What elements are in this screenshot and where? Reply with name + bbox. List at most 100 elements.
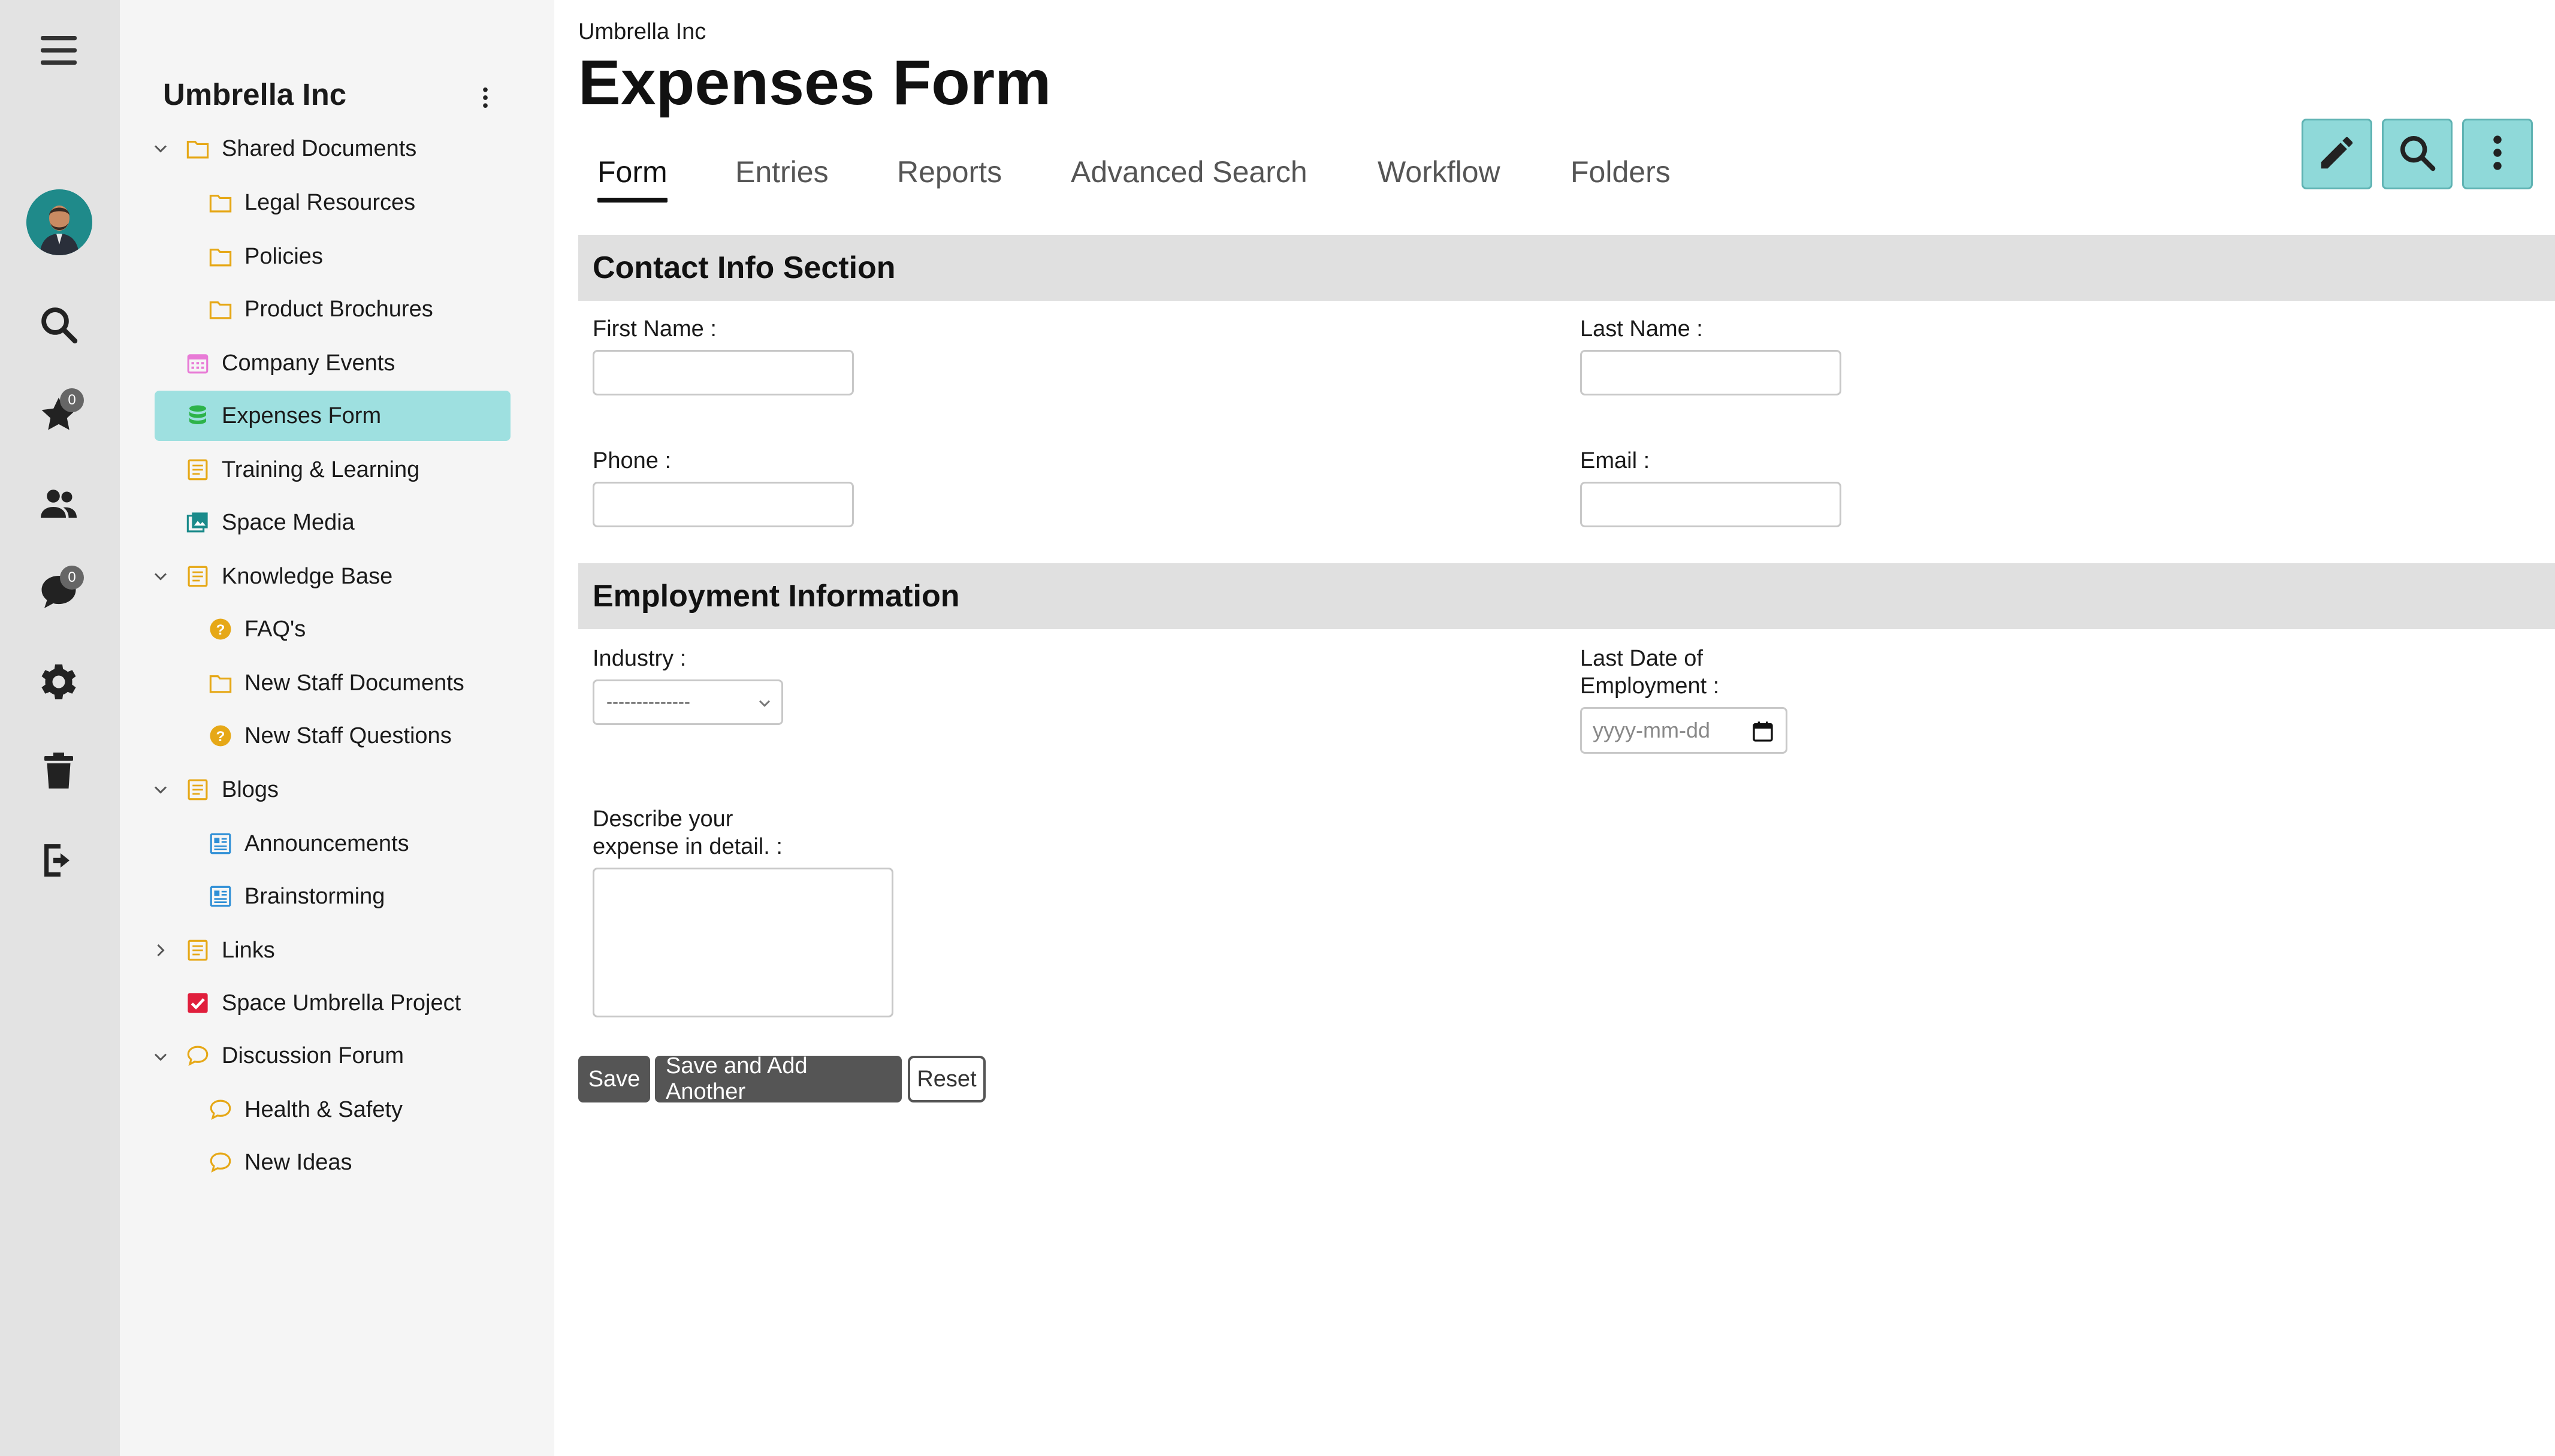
search-button[interactable] (2382, 119, 2453, 189)
tab-folders[interactable]: Folders (1571, 155, 1671, 189)
tab-reports[interactable]: Reports (897, 155, 1002, 189)
calendar-icon (185, 350, 211, 376)
chevron-down-icon[interactable] (150, 1046, 171, 1068)
svg-text:?: ? (216, 622, 225, 638)
sidebar-item-training-learning[interactable]: Training & Learning (185, 445, 419, 495)
trash-icon[interactable] (30, 742, 87, 799)
tab-form[interactable]: Form (597, 155, 668, 203)
sidebar-item-label: Health & Safety (244, 1096, 403, 1122)
space-navigation-sidebar: Umbrella Inc Shared Documents Legal Reso… (120, 0, 554, 1456)
sidebar-item-space-umbrella-project[interactable]: Space Umbrella Project (185, 978, 461, 1028)
sidebar-item-label: Policies (244, 243, 323, 269)
question-icon: ? (207, 616, 234, 642)
chevron-down-icon[interactable] (150, 779, 171, 801)
email-label: Email : (1580, 448, 1650, 473)
first-name-label: First Name : (593, 316, 717, 342)
chevron-right-icon[interactable] (150, 940, 171, 961)
database-icon (185, 403, 211, 429)
calendar-picker-icon[interactable] (1751, 720, 1775, 744)
users-icon[interactable] (30, 475, 87, 532)
sidebar-item-product-brochures[interactable]: Product Brochures (207, 284, 433, 334)
messages-count-badge: 0 (60, 566, 84, 590)
email-field[interactable] (1580, 482, 1841, 527)
save-and-add-another-button[interactable]: Save and Add Another (655, 1053, 902, 1104)
page-icon (185, 937, 211, 963)
edit-button[interactable] (2302, 119, 2372, 189)
messages-icon[interactable]: 0 (30, 563, 87, 621)
sidebar-item-new-staff-questions[interactable]: ? New Staff Questions (207, 711, 452, 761)
sidebar-item-label: Discussion Forum (222, 1043, 404, 1068)
sidebar-item-new-staff-documents[interactable]: New Staff Documents (207, 658, 464, 708)
sidebar-item-space-media[interactable]: Space Media (185, 497, 355, 548)
sidebar-item-expenses-form[interactable]: Expenses Form (155, 391, 511, 441)
tab-advanced-search[interactable]: Advanced Search (1071, 155, 1307, 189)
sidebar-item-discussion-forum[interactable]: Discussion Forum (185, 1031, 404, 1081)
last-date-of-employment-field[interactable]: yyyy-mm-dd (1580, 707, 1787, 754)
last-name-label: Last Name : (1580, 316, 1703, 342)
phone-field[interactable] (593, 482, 854, 527)
sidebar-item-label: FAQ's (244, 616, 306, 642)
chevron-down-icon[interactable] (150, 566, 171, 587)
first-name-field[interactable] (593, 350, 854, 395)
label-line: Last Date of (1580, 646, 1703, 671)
sidebar-item-label: Legal Resources (244, 189, 416, 215)
sidebar-item-label: Company Events (222, 350, 395, 376)
sidebar-item-company-events[interactable]: Company Events (185, 338, 395, 388)
sidebar-item-label: Links (222, 937, 275, 963)
save-button[interactable]: Save (578, 1056, 650, 1102)
sidebar-item-new-ideas[interactable]: New Ideas (207, 1137, 352, 1188)
sidebar-item-health-safety[interactable]: Health & Safety (207, 1085, 403, 1135)
tab-workflow[interactable]: Workflow (1378, 155, 1500, 189)
sidebar-item-blogs[interactable]: Blogs (185, 765, 279, 815)
folder-icon (207, 189, 234, 216)
sidebar-item-policies[interactable]: Policies (207, 231, 323, 282)
user-avatar[interactable] (26, 189, 92, 255)
chevron-down-icon[interactable] (150, 138, 171, 159)
more-options-button[interactable] (2462, 119, 2533, 189)
section-header-employment-information: Employment Information (578, 563, 2555, 629)
image-gallery-icon (185, 509, 211, 536)
sidebar-item-label: New Staff Documents (244, 670, 464, 696)
reset-button[interactable]: Reset (908, 1056, 986, 1102)
settings-gear-icon[interactable] (30, 653, 87, 711)
sidebar-item-links[interactable]: Links (185, 925, 275, 975)
breadcrumb[interactable]: Umbrella Inc (578, 19, 706, 45)
main-content: Umbrella Inc Expenses Form Form Entries … (554, 0, 2555, 1456)
search-icon (2396, 132, 2438, 177)
sidebar-item-announcements[interactable]: Announcements (207, 818, 409, 869)
space-options-menu-icon[interactable] (473, 80, 497, 115)
search-icon[interactable] (30, 296, 87, 354)
sidebar-item-faqs[interactable]: ? FAQ's (207, 604, 306, 654)
expense-description-textarea[interactable] (593, 868, 893, 1017)
date-placeholder: yyyy-mm-dd (1593, 718, 1710, 742)
svg-text:?: ? (216, 729, 225, 745)
pencil-icon (2316, 132, 2358, 177)
industry-label: Industry : (593, 646, 687, 671)
checkbox-icon (185, 990, 211, 1016)
sidebar-item-legal-resources[interactable]: Legal Resources (207, 177, 415, 228)
folder-icon (207, 243, 234, 270)
page-icon (185, 777, 211, 803)
folder-icon (207, 670, 234, 696)
page-icon (185, 563, 211, 590)
sidebar-item-label: Knowledge Base (222, 563, 393, 589)
folder-icon (185, 135, 211, 162)
question-icon: ? (207, 723, 234, 749)
hamburger-menu-icon[interactable] (30, 22, 87, 79)
industry-select[interactable]: -------------- (593, 679, 783, 725)
sidebar-item-label: Announcements (244, 830, 409, 856)
last-date-of-employment-label: Last Date of Employment : (1580, 645, 1719, 700)
sidebar-item-brainstorming[interactable]: Brainstorming (207, 871, 385, 922)
sidebar-item-label: Brainstorming (244, 883, 385, 909)
section-header-contact-info: Contact Info Section (578, 235, 2555, 301)
sidebar-item-label: Blogs (222, 777, 279, 802)
sidebar-item-label: Expenses Form (222, 403, 382, 428)
sidebar-item-label: New Staff Questions (244, 723, 452, 748)
last-name-field[interactable] (1580, 350, 1841, 395)
favorites-star-icon[interactable]: 0 (30, 386, 87, 443)
label-line: Describe your (593, 806, 733, 832)
sidebar-item-shared-documents[interactable]: Shared Documents (185, 123, 416, 174)
logout-icon[interactable] (30, 832, 87, 889)
tab-entries[interactable]: Entries (735, 155, 829, 189)
sidebar-item-knowledge-base[interactable]: Knowledge Base (185, 551, 392, 602)
